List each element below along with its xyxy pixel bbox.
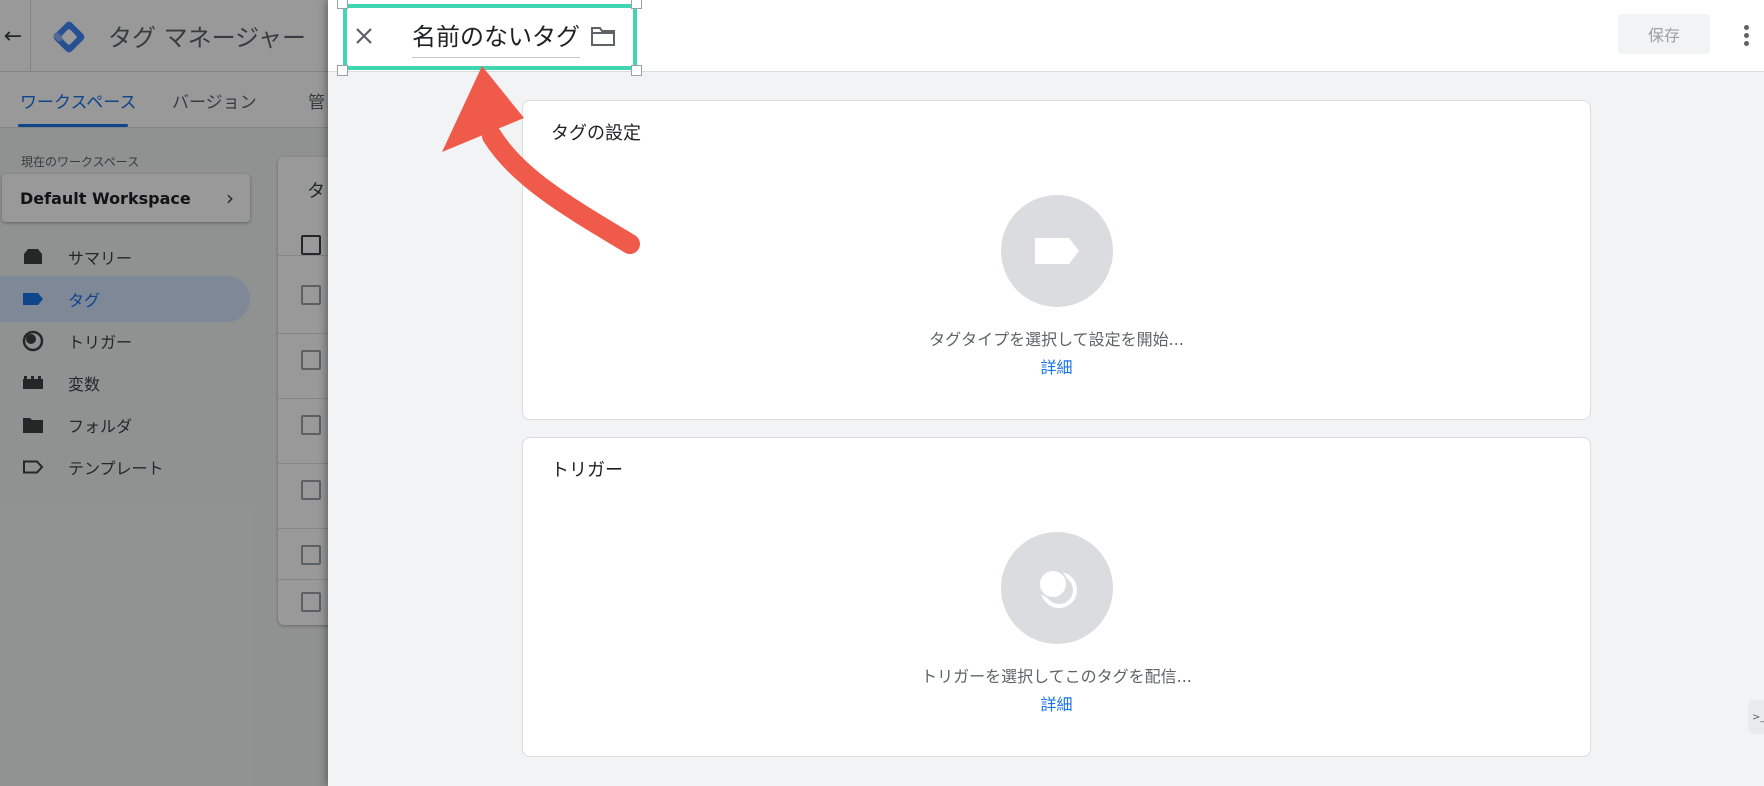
more-vert-icon[interactable] (1736, 20, 1756, 50)
resize-handle (337, 65, 348, 76)
trigger-hint: トリガーを選択してこのタグを配信... (921, 667, 1192, 686)
trigger-details-link[interactable]: 詳細 (523, 691, 1590, 715)
trigger-icon[interactable] (1001, 532, 1113, 644)
resize-handle (337, 0, 348, 9)
tag-config-details-link[interactable]: 詳細 (523, 354, 1590, 378)
trigger-card[interactable]: トリガー トリガーを選択してこのタグを配信... 詳細 (522, 437, 1591, 757)
tag-config-hint: タグタイプを選択して設定を開始... (929, 330, 1184, 349)
annotation-arrow-icon (442, 66, 640, 254)
tag-type-icon[interactable] (1001, 195, 1113, 307)
card-title: トリガー (551, 460, 623, 481)
save-button[interactable]: 保存 (1618, 14, 1710, 54)
tag-config-card[interactable]: タグの設定 タグタイプを選択して設定を開始... 詳細 (522, 100, 1591, 420)
resize-handle (631, 0, 642, 9)
terminal-tab[interactable]: >_ (1748, 700, 1764, 734)
